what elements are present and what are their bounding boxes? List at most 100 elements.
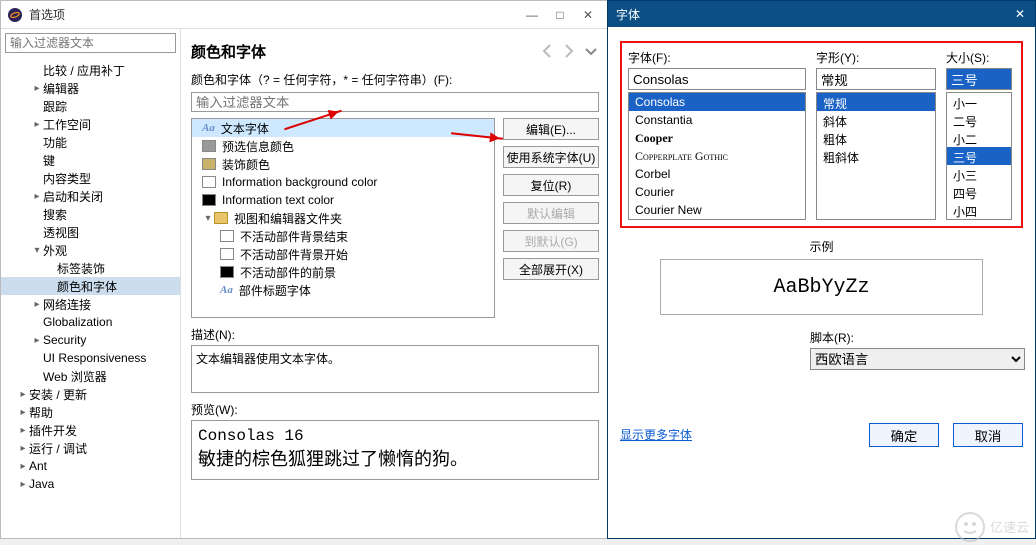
- tree-item[interactable]: 键: [1, 151, 180, 169]
- font-filter-input[interactable]: [191, 92, 599, 112]
- font-size-list[interactable]: 小一二号小二三号小三四号小四: [946, 92, 1012, 220]
- tree-item[interactable]: ▸Ant: [1, 457, 180, 475]
- font-family-input[interactable]: [628, 68, 806, 90]
- font-style-label: 字形(Y):: [816, 49, 936, 66]
- description-box: 文本编辑器使用文本字体。: [191, 345, 599, 393]
- font-dialog: 字体 ✕ 字体(F): ConsolasConstantiaCooperCopp…: [607, 0, 1036, 539]
- tree-item[interactable]: 颜色和字体: [1, 277, 180, 295]
- list-item[interactable]: 小二: [947, 129, 1011, 147]
- tree-item[interactable]: 比较 / 应用补丁: [1, 61, 180, 79]
- font-tree-item[interactable]: Aa文本字体: [192, 119, 494, 137]
- list-item[interactable]: 三号: [947, 147, 1011, 165]
- list-item[interactable]: 斜体: [817, 111, 935, 129]
- tree-item[interactable]: ▸帮助: [1, 403, 180, 421]
- list-item[interactable]: Consolas: [629, 93, 805, 111]
- font-tree-item[interactable]: Information text color: [192, 191, 494, 209]
- page-title: 颜色和字体: [191, 41, 533, 62]
- tree-item[interactable]: Web 浏览器: [1, 367, 180, 385]
- forward-icon[interactable]: [561, 43, 577, 59]
- maximize-button[interactable]: □: [553, 8, 567, 22]
- tree-item[interactable]: 内容类型: [1, 169, 180, 187]
- list-item[interactable]: 小三: [947, 165, 1011, 183]
- font-tree-item[interactable]: Information background color: [192, 173, 494, 191]
- list-item[interactable]: Constantia: [629, 111, 805, 129]
- dialog-title: 字体: [616, 6, 1013, 23]
- reset-button[interactable]: 复位(R): [503, 174, 599, 196]
- font-tree-item[interactable]: ▾视图和编辑器文件夹: [192, 209, 494, 227]
- tree-item[interactable]: ▸启动和关闭: [1, 187, 180, 205]
- list-item[interactable]: 粗体: [817, 129, 935, 147]
- list-item[interactable]: 四号: [947, 183, 1011, 201]
- list-item[interactable]: 常规: [817, 93, 935, 111]
- font-tree-item[interactable]: 不活动部件背景结束: [192, 227, 494, 245]
- window-title: 首选项: [29, 6, 525, 23]
- back-icon[interactable]: [539, 43, 555, 59]
- eclipse-icon: [7, 7, 23, 23]
- menu-icon[interactable]: [583, 43, 599, 59]
- list-item[interactable]: Courier New: [629, 201, 805, 219]
- font-family-label: 字体(F):: [628, 49, 806, 66]
- script-select[interactable]: 西欧语言: [810, 348, 1025, 370]
- close-icon[interactable]: ✕: [1013, 7, 1027, 21]
- tree-item[interactable]: ▸Security: [1, 331, 180, 349]
- preferences-page: 颜色和字体 颜色和字体（? = 任何字符，* = 任何字符串）(F): Aa文本…: [181, 29, 609, 538]
- window-titlebar: 首选项 — □ ✕: [1, 1, 609, 29]
- default-edit-button: 默认编辑: [503, 202, 599, 224]
- tree-item[interactable]: ▸运行 / 调试: [1, 439, 180, 457]
- tree-item[interactable]: ▸编辑器: [1, 79, 180, 97]
- description-label: 描述(N):: [191, 326, 599, 343]
- tree-item[interactable]: 标签装饰: [1, 259, 180, 277]
- tree-item[interactable]: ▸工作空间: [1, 115, 180, 133]
- sample-label: 示例: [620, 238, 1023, 255]
- font-size-label: 大小(S):: [946, 49, 1012, 66]
- tree-item[interactable]: ▸插件开发: [1, 421, 180, 439]
- expand-all-button[interactable]: 全部展开(X): [503, 258, 599, 280]
- close-button[interactable]: ✕: [581, 8, 595, 22]
- system-font-button[interactable]: 使用系统字体(U): [503, 146, 599, 168]
- tree-item[interactable]: UI Responsiveness: [1, 349, 180, 367]
- font-size-input[interactable]: [946, 68, 1012, 90]
- font-style-list[interactable]: 常规斜体粗体粗斜体: [816, 92, 936, 220]
- font-tree-item[interactable]: 预选信息颜色: [192, 137, 494, 155]
- sample-text: AaBbYyZz: [660, 259, 983, 315]
- tree-item[interactable]: 搜索: [1, 205, 180, 223]
- list-item[interactable]: 小一: [947, 93, 1011, 111]
- list-item[interactable]: Copperplate Gothic: [629, 147, 805, 165]
- font-style-input[interactable]: [816, 68, 936, 90]
- watermark-logo: 亿速云: [952, 509, 1036, 545]
- list-item[interactable]: Corbel: [629, 165, 805, 183]
- font-tree-item[interactable]: 装饰颜色: [192, 155, 494, 173]
- tree-item[interactable]: ▸Java: [1, 475, 180, 493]
- filter-hint: 颜色和字体（? = 任何字符，* = 任何字符串）(F):: [191, 71, 599, 88]
- more-fonts-link[interactable]: 显示更多字体: [620, 426, 692, 443]
- list-item[interactable]: Cooper: [629, 129, 805, 147]
- tree-item[interactable]: Globalization: [1, 313, 180, 331]
- font-tree-item[interactable]: 不活动部件的前景: [192, 263, 494, 281]
- tree-item[interactable]: 跟踪: [1, 97, 180, 115]
- preview-font-name: Consolas 16: [198, 427, 592, 445]
- list-item[interactable]: 二号: [947, 111, 1011, 129]
- preferences-window: 首选项 — □ ✕ 比较 / 应用补丁▸编辑器跟踪▸工作空间功能键内容类型▸启动…: [0, 0, 610, 539]
- ok-button[interactable]: 确定: [869, 423, 939, 447]
- tree-item[interactable]: ▸安装 / 更新: [1, 385, 180, 403]
- preview-text: 敏捷的棕色狐狸跳过了懒惰的狗。: [198, 445, 592, 471]
- tree-item[interactable]: ▸网络连接: [1, 295, 180, 313]
- tree-item[interactable]: 功能: [1, 133, 180, 151]
- to-default-button: 到默认(G): [503, 230, 599, 252]
- font-tree[interactable]: Aa文本字体预选信息颜色装饰颜色Information background c…: [191, 118, 495, 318]
- cancel-button[interactable]: 取消: [953, 423, 1023, 447]
- preferences-tree[interactable]: 比较 / 应用补丁▸编辑器跟踪▸工作空间功能键内容类型▸启动和关闭搜索透视图▾外…: [1, 57, 180, 534]
- list-item[interactable]: 粗斜体: [817, 147, 935, 165]
- list-item[interactable]: Courier: [629, 183, 805, 201]
- list-item[interactable]: 小四: [947, 201, 1011, 219]
- font-tree-item[interactable]: 不活动部件背景开始: [192, 245, 494, 263]
- tree-filter-input[interactable]: [5, 33, 176, 53]
- font-family-list[interactable]: ConsolasConstantiaCooperCopperplate Goth…: [628, 92, 806, 220]
- minimize-button[interactable]: —: [525, 8, 539, 22]
- edit-button[interactable]: 编辑(E)...: [503, 118, 599, 140]
- font-tree-item[interactable]: Aa部件标题字体: [192, 281, 494, 299]
- tree-item[interactable]: 透视图: [1, 223, 180, 241]
- dialog-titlebar: 字体 ✕: [608, 1, 1035, 27]
- tree-item[interactable]: ▾外观: [1, 241, 180, 259]
- annotation-highlight: 字体(F): ConsolasConstantiaCooperCopperpla…: [620, 41, 1023, 228]
